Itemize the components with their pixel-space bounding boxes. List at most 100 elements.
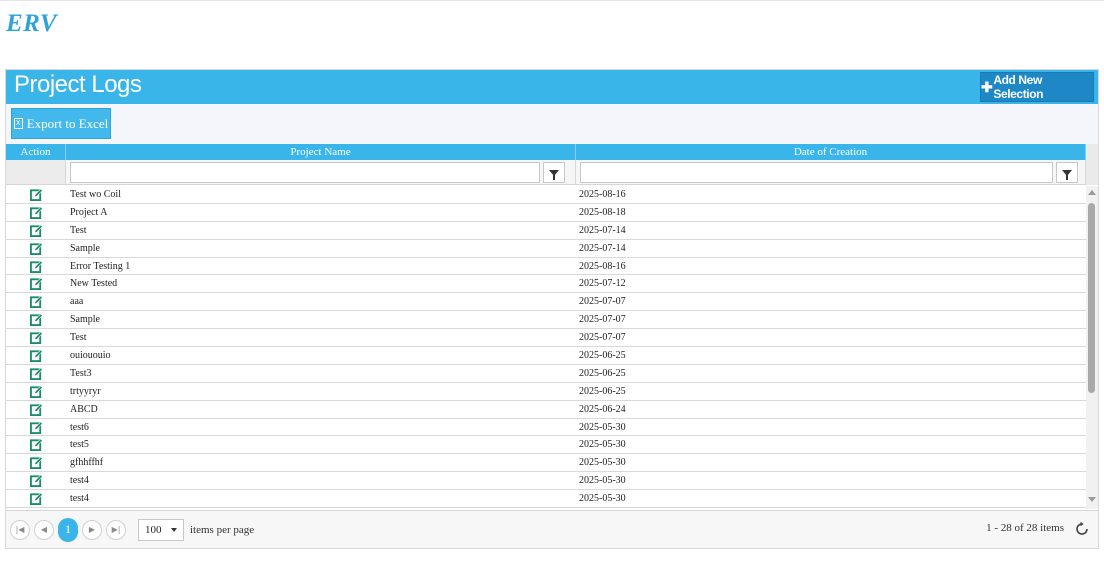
- add-new-selection-button[interactable]: ✚ Add New Selection: [980, 72, 1094, 102]
- project-name-cell: Test: [70, 332, 87, 344]
- edit-button[interactable]: [6, 508, 66, 509]
- grid-body: Test wo Coil 2025-08-16 Project A 2025-08-1…: [6, 186, 1086, 509]
- export-to-excel-button[interactable]: X Export to Excel: [11, 108, 111, 139]
- date-of-creation-filter-input[interactable]: [580, 162, 1053, 183]
- filter-icon: [1062, 169, 1072, 180]
- project-name-cell: ABCD: [70, 403, 98, 415]
- column-header-date-of-creation[interactable]: Date of Creation: [576, 144, 1086, 160]
- edit-button[interactable]: [6, 419, 66, 436]
- table-row[interactable]: test5 2025-05-30: [6, 436, 1086, 455]
- table-row[interactable]: ABCD 2025-06-24: [6, 401, 1086, 419]
- table-row[interactable]: aaa 2025-07-07: [6, 293, 1086, 312]
- date-of-creation-cell: 2025-05-30: [579, 439, 626, 451]
- page-size-select[interactable]: 100: [138, 518, 184, 541]
- edit-button[interactable]: [6, 490, 66, 507]
- filter-cell-project-name: [66, 160, 576, 184]
- edit-button[interactable]: [6, 347, 66, 364]
- project-name-cell: Sample: [70, 314, 100, 326]
- edit-button[interactable]: [6, 240, 66, 257]
- edit-button[interactable]: [6, 311, 66, 328]
- edit-button[interactable]: [6, 454, 66, 471]
- filter-scrollbar-spacer: [1086, 160, 1098, 185]
- edit-button[interactable]: [6, 204, 66, 221]
- app-logo: ERV: [6, 10, 58, 37]
- edit-icon: [29, 385, 43, 398]
- grid-toolbar: X Export to Excel: [6, 104, 1098, 144]
- edit-icon: [29, 224, 43, 237]
- scroll-up-arrow-icon[interactable]: [1088, 190, 1096, 195]
- next-page-button[interactable]: ▶: [82, 519, 102, 540]
- column-header-action[interactable]: Action: [6, 144, 66, 160]
- last-page-button[interactable]: ▶|: [106, 519, 126, 540]
- edit-icon: [29, 295, 43, 309]
- date-of-creation-cell: 2025-06-25: [579, 385, 626, 397]
- edit-icon: [29, 277, 43, 291]
- date-of-creation-cell: 2025-07-07: [579, 314, 626, 326]
- column-header-project-name[interactable]: Project Name: [66, 144, 576, 160]
- date-of-creation-cell: 2025-05-30: [579, 457, 626, 469]
- panel-header: Project Logs ✚ Add New Selection: [6, 70, 1098, 104]
- edit-button[interactable]: [6, 401, 66, 418]
- date-of-creation-cell: 2025-05-30: [576, 508, 1086, 509]
- edit-button[interactable]: [6, 365, 66, 382]
- edit-button[interactable]: [6, 293, 66, 310]
- edit-icon: [29, 438, 43, 452]
- table-row[interactable]: test6 2025-05-30: [6, 419, 1086, 437]
- date-of-creation-cell: 2025-06-24: [579, 403, 626, 415]
- export-to-excel-label: Export to Excel: [26, 115, 109, 131]
- project-name-cell: Project A: [70, 206, 108, 218]
- edit-icon: [29, 260, 43, 273]
- table-row[interactable]: New Tested 2025-07-12: [6, 275, 1086, 294]
- edit-button[interactable]: [6, 222, 66, 239]
- edit-button[interactable]: [6, 472, 66, 489]
- table-row[interactable]: Test wo Coil 2025-08-16: [6, 186, 1086, 204]
- scrollbar-thumb[interactable]: [1088, 203, 1095, 393]
- table-row[interactable]: Test 2025-07-14: [6, 222, 1086, 240]
- table-row[interactable]: Sample 2025-07-14: [6, 240, 1086, 258]
- pager-info: 1 - 28 of 28 items: [986, 522, 1064, 534]
- edit-icon: [29, 331, 43, 345]
- date-of-creation-filter-button[interactable]: [1056, 162, 1078, 183]
- edit-button[interactable]: [6, 383, 66, 400]
- project-name-cell: test6: [70, 421, 89, 433]
- table-row[interactable]: Project A 2025-08-18: [6, 204, 1086, 222]
- page-number-button[interactable]: 1: [58, 517, 78, 542]
- project-name-cell: Test: [70, 224, 87, 236]
- date-of-creation-cell: 2025-08-16: [579, 189, 626, 200]
- date-of-creation-cell: 2025-08-16: [579, 260, 626, 272]
- edit-icon: [29, 403, 43, 416]
- table-row[interactable]: trtyyryr 2025-06-25: [6, 383, 1086, 401]
- table-row[interactable]: Test3 2025-06-25: [6, 365, 1086, 383]
- table-row[interactable]: Sample 2025-07-07: [6, 311, 1086, 330]
- edit-button[interactable]: [6, 186, 66, 203]
- table-row[interactable]: gfhhffhf 2025-05-30: [6, 454, 1086, 473]
- edit-button[interactable]: [6, 329, 66, 346]
- table-row[interactable]: Test32025-05-30: [6, 508, 1086, 509]
- scroll-down-arrow-icon[interactable]: [1088, 497, 1096, 502]
- edit-button[interactable]: [6, 275, 66, 292]
- table-row[interactable]: test4 2025-05-30: [6, 490, 1086, 509]
- table-row[interactable]: Error Testing 1 2025-08-16: [6, 258, 1086, 276]
- date-of-creation-cell: 2025-08-18: [579, 206, 626, 218]
- project-name-cell: New Tested: [70, 278, 118, 290]
- project-name-filter-input[interactable]: [70, 162, 540, 183]
- table-row[interactable]: test4 2025-05-30: [6, 472, 1086, 491]
- edit-icon: [29, 456, 43, 470]
- edit-button[interactable]: [6, 436, 66, 453]
- table-row[interactable]: Test 2025-07-07: [6, 329, 1086, 348]
- date-of-creation-cell: 2025-06-25: [579, 367, 626, 379]
- edit-button[interactable]: [6, 258, 66, 275]
- edit-icon: [29, 206, 43, 219]
- first-page-button[interactable]: |◀: [10, 519, 30, 540]
- filter-cell-date-of-creation: [576, 160, 1086, 184]
- edit-icon: [29, 313, 43, 327]
- vertical-scrollbar[interactable]: [1086, 186, 1098, 509]
- project-logs-panel: Project Logs ✚ Add New Selection X Expor…: [5, 69, 1099, 549]
- table-row[interactable]: ouiououio 2025-06-25: [6, 347, 1086, 365]
- project-name-filter-button[interactable]: [543, 162, 565, 183]
- refresh-icon[interactable]: [1074, 521, 1090, 537]
- previous-page-button[interactable]: ◀: [34, 519, 54, 540]
- project-name-cell: gfhhffhf: [70, 457, 104, 469]
- filter-icon: [549, 169, 559, 180]
- grid-header: Action Project Name Date of Creation: [6, 144, 1086, 160]
